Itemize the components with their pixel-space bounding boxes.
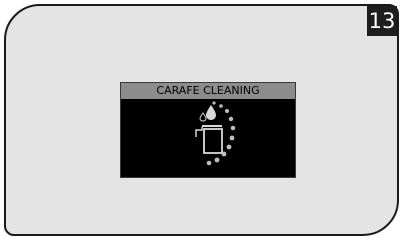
drop-icon [199,105,216,122]
instruction-panel: 13 CARAFE CLEANING [4,4,399,236]
step-number-badge: 13 [367,6,397,36]
carafe-cleaning-graphic [195,101,236,166]
display-body [121,99,295,177]
display-title: CARAFE CLEANING [121,83,295,99]
carafe-icon [195,125,223,154]
machine-display: CARAFE CLEANING [120,82,296,178]
